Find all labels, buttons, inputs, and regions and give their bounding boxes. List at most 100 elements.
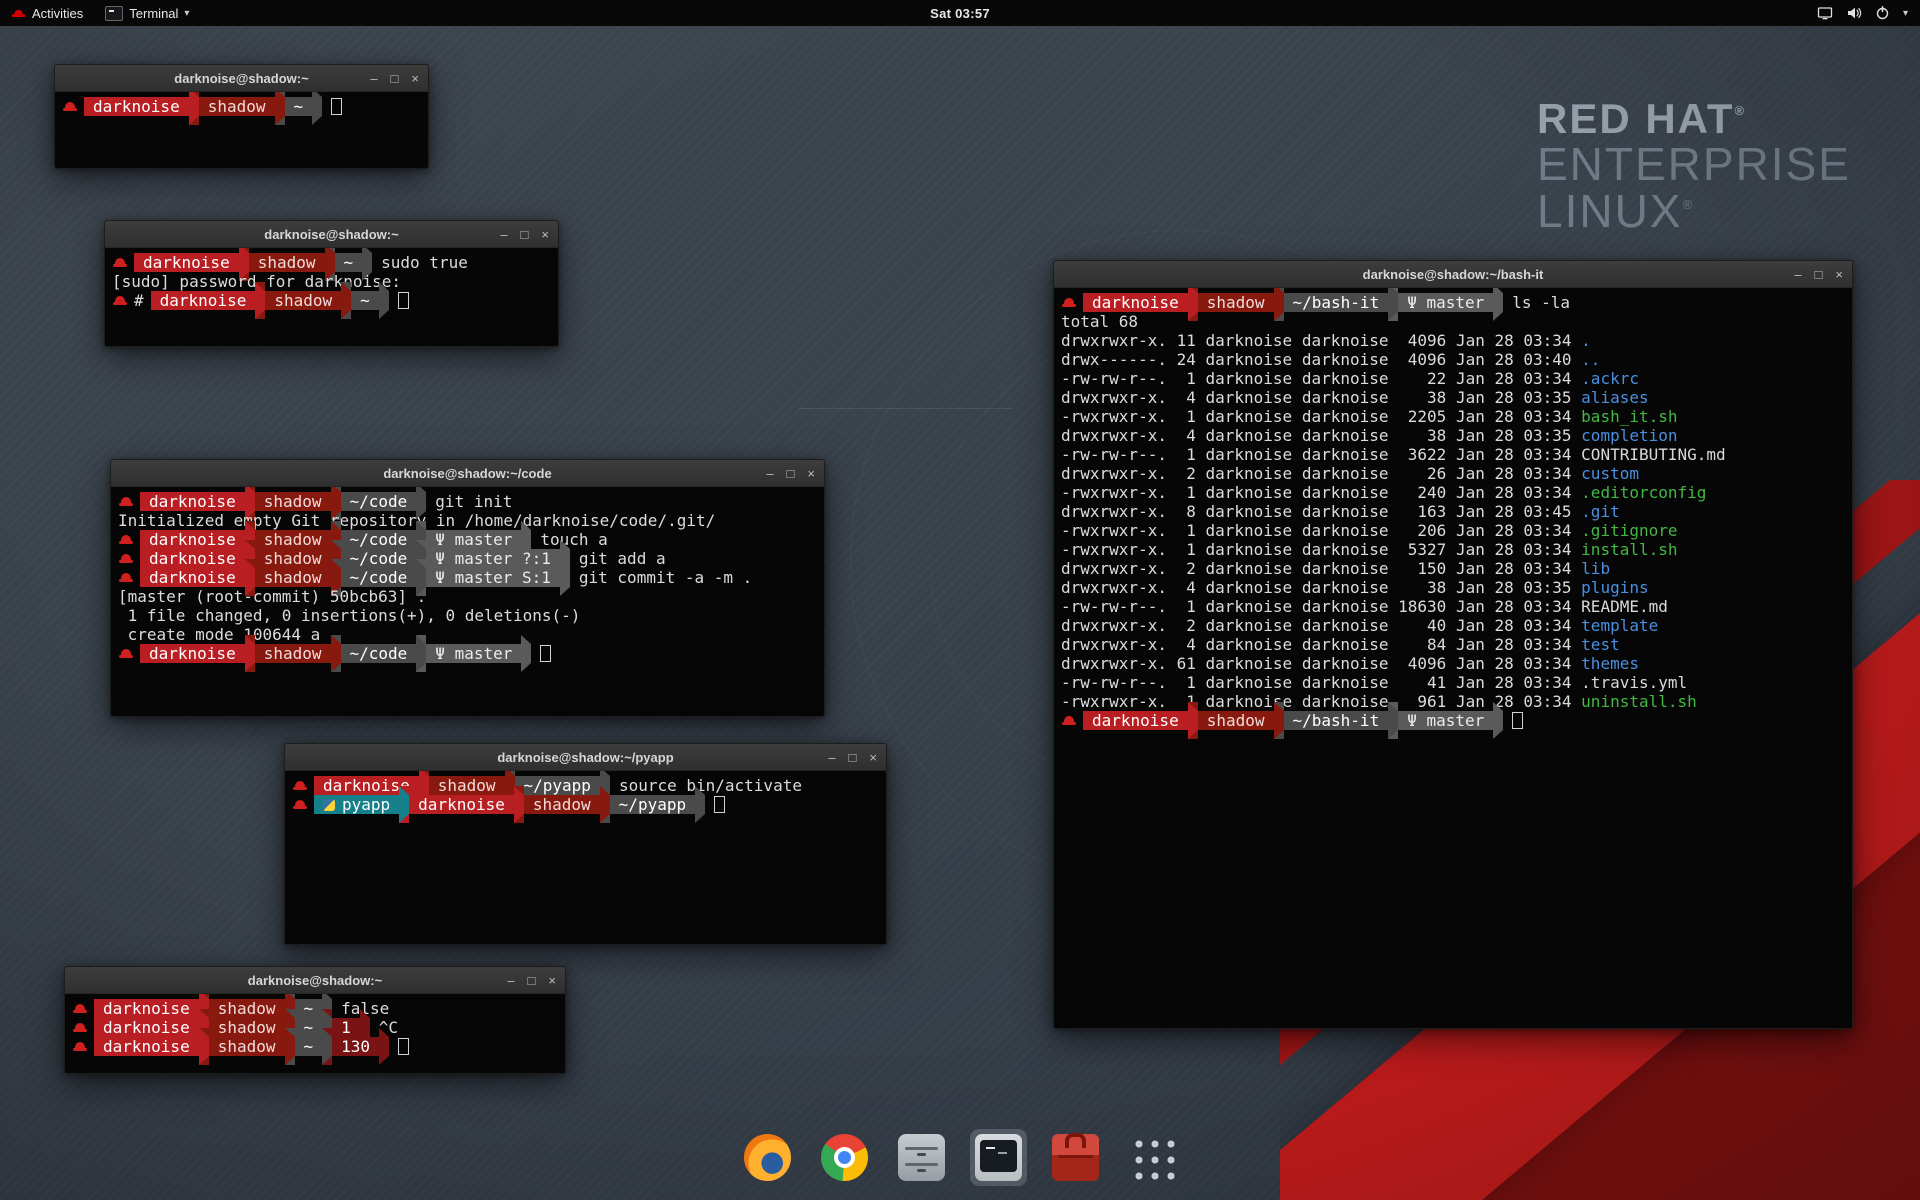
redhat-prompt-icon [293, 798, 307, 812]
terminal-content[interactable]: darknoiseshadow~/pyappsource bin/activat… [285, 771, 886, 944]
terminal-cursor [1512, 712, 1523, 729]
file-row: drwx------. 24 darknoise darknoise 4096 … [1061, 350, 1845, 369]
file-name: plugins [1581, 578, 1648, 597]
window-controls: – □ × [828, 744, 877, 770]
app-menu-terminal[interactable]: Terminal ▾ [94, 0, 200, 26]
dock-item-app-grid[interactable] [1124, 1129, 1181, 1186]
titlebar[interactable]: darknoise@shadow:~/code – □ × [111, 460, 824, 487]
registered-mark: ® [1682, 197, 1694, 212]
output-line: Initialized empty Git repository in /hom… [118, 511, 817, 530]
dock-item-chrome[interactable] [816, 1129, 873, 1186]
file-row: -rw-rw-r--. 1 darknoise darknoise 3622 J… [1061, 445, 1845, 464]
clock[interactable]: Sat 03:57 [930, 6, 990, 21]
titlebar[interactable]: darknoise@shadow:~ – □ × [55, 65, 428, 92]
prompt-segment-host: shadow [249, 253, 325, 272]
minimize-button[interactable]: – [828, 751, 835, 764]
prompt-segment-venv: pyapp [314, 795, 399, 814]
redhat-prompt-icon [293, 779, 307, 793]
minimize-button[interactable]: – [500, 228, 507, 241]
toolbox-icon [1052, 1134, 1099, 1181]
close-button[interactable]: × [548, 974, 556, 987]
prompt-line: #darknoiseshadow~ [112, 291, 551, 310]
minimize-button[interactable]: – [370, 72, 377, 85]
terminal-cursor [398, 1038, 409, 1055]
file-meta: drwxrwxr-x. 2 darknoise darknoise 40 Jan… [1061, 616, 1581, 635]
output-line: 1 file changed, 0 insertions(+), 0 delet… [118, 606, 817, 625]
window-title: darknoise@shadow:~/pyapp [497, 750, 673, 765]
redhat-prompt-icon [119, 552, 133, 566]
system-status-area[interactable]: ▾ [1809, 0, 1916, 26]
maximize-button[interactable]: □ [391, 72, 399, 85]
watermark-brand: RED HAT® [1537, 98, 1851, 141]
file-row: drwxrwxr-x. 61 darknoise darknoise 4096 … [1061, 654, 1845, 673]
dock-item-terminal[interactable] [970, 1129, 1027, 1186]
prompt-segment-path: ~ [295, 999, 323, 1018]
prompt-segment-path: ~/code [341, 530, 417, 549]
segment-arrow [341, 282, 351, 319]
segment-arrow [255, 282, 265, 319]
terminal-content[interactable]: darknoiseshadow~/codegit initInitialized… [111, 487, 824, 716]
segment-arrow [1388, 288, 1398, 321]
chrome-icon [821, 1134, 868, 1181]
close-button[interactable]: × [807, 467, 815, 480]
prompt-segment-host: shadow [255, 549, 331, 568]
titlebar[interactable]: darknoise@shadow:~/bash-it – □ × [1054, 261, 1852, 288]
segment-arrow [331, 635, 341, 672]
prompt-segment-user: darknoise [94, 1018, 199, 1037]
titlebar[interactable]: darknoise@shadow:~ – □ × [65, 967, 565, 994]
dock-item-firefox[interactable] [739, 1129, 796, 1186]
maximize-button[interactable]: □ [787, 467, 795, 480]
prompt-line: darknoiseshadow~/codeΨ mastertouch a [118, 530, 817, 549]
segment-arrow [695, 786, 705, 823]
maximize-button[interactable]: □ [849, 751, 857, 764]
close-button[interactable]: × [411, 72, 419, 85]
titlebar[interactable]: darknoise@shadow:~/pyapp – □ × [285, 744, 886, 771]
file-name: .gitignore [1581, 521, 1677, 540]
titlebar[interactable]: darknoise@shadow:~ – □ × [105, 221, 558, 248]
file-row: drwxrwxr-x. 4 darknoise darknoise 38 Jan… [1061, 578, 1845, 597]
prompt-segment-path: ~/code [341, 492, 417, 511]
file-name: CONTRIBUTING.md [1581, 445, 1726, 464]
window-title: darknoise@shadow:~ [174, 71, 308, 86]
terminal-content[interactable]: darknoiseshadow~sudo true[sudo] password… [105, 248, 558, 346]
window-title: darknoise@shadow:~ [248, 973, 382, 988]
close-button[interactable]: × [541, 228, 549, 241]
segment-arrow [322, 1028, 332, 1065]
close-button[interactable]: × [869, 751, 877, 764]
file-name: custom [1581, 464, 1639, 483]
dock-item-files[interactable] [893, 1129, 950, 1186]
activities-button[interactable]: Activities [0, 0, 94, 26]
segment-arrow [514, 786, 524, 823]
maximize-button[interactable]: □ [1815, 268, 1823, 281]
file-name: test [1581, 635, 1620, 654]
prompt-segment-user: darknoise [140, 549, 245, 568]
prompt-segment-git: Ψ master [426, 530, 521, 549]
maximize-button[interactable]: □ [521, 228, 529, 241]
command-text: ls -la [1512, 293, 1570, 312]
watermark-linux: LINUX® [1537, 188, 1851, 235]
prompt-segment-user: darknoise [140, 492, 245, 511]
minimize-button[interactable]: – [1794, 268, 1801, 281]
prompt-segment-host: shadow [1198, 711, 1274, 730]
close-button[interactable]: × [1835, 268, 1843, 281]
segment-arrow [1188, 702, 1198, 739]
window-title: darknoise@shadow:~ [264, 227, 398, 242]
minimize-button[interactable]: – [507, 974, 514, 987]
terminal-content[interactable]: darknoiseshadow~/bash-itΨ masterls -lato… [1054, 288, 1852, 1028]
terminal-content[interactable]: darknoiseshadow~ [55, 92, 428, 168]
terminal-icon [975, 1134, 1022, 1181]
terminal-window-home-2: darknoise@shadow:~ – □ × darknoiseshadow… [64, 966, 566, 1074]
file-meta: drwxrwxr-x. 8 darknoise darknoise 163 Ja… [1061, 502, 1581, 521]
minimize-button[interactable]: – [766, 467, 773, 480]
dock-item-toolbox[interactable] [1047, 1129, 1104, 1186]
output-line: [sudo] password for darknoise: [112, 272, 551, 291]
output-line: total 68 [1061, 312, 1845, 331]
prompt-segment-path: ~ [295, 1037, 323, 1056]
prompt-segment-host: shadow [429, 776, 505, 795]
terminal-cursor [331, 98, 342, 115]
segment-arrow [1188, 288, 1198, 321]
terminal-content[interactable]: darknoiseshadow~falsedarknoiseshadow~1^C… [65, 994, 565, 1073]
maximize-button[interactable]: □ [528, 974, 536, 987]
dock [739, 1129, 1181, 1186]
file-row: drwxrwxr-x. 4 darknoise darknoise 38 Jan… [1061, 426, 1845, 445]
